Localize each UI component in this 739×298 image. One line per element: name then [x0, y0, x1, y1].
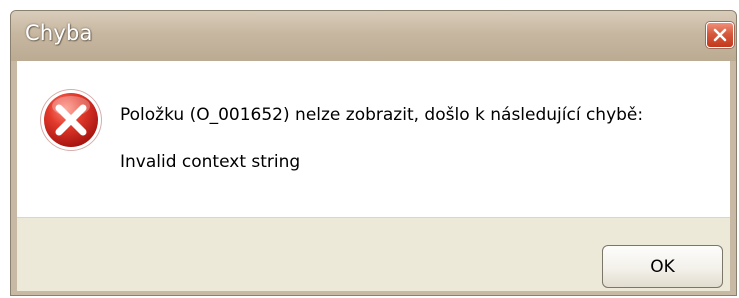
- error-dialog: Chyba Položku (O_001652) nelze zobrazit,…: [10, 10, 737, 296]
- error-message: Položku (O_001652) nelze zobrazit, došlo…: [120, 105, 644, 125]
- error-detail: Invalid context string: [120, 152, 301, 172]
- error-icon: [40, 89, 102, 151]
- dialog-title: Chyba: [25, 21, 93, 45]
- ok-button[interactable]: OK: [602, 245, 723, 288]
- dialog-footer: OK: [17, 217, 730, 291]
- dialog-content: Položku (O_001652) nelze zobrazit, došlo…: [17, 61, 730, 217]
- close-button[interactable]: [706, 22, 734, 48]
- close-icon: [713, 28, 727, 42]
- title-bar[interactable]: Chyba: [11, 11, 736, 61]
